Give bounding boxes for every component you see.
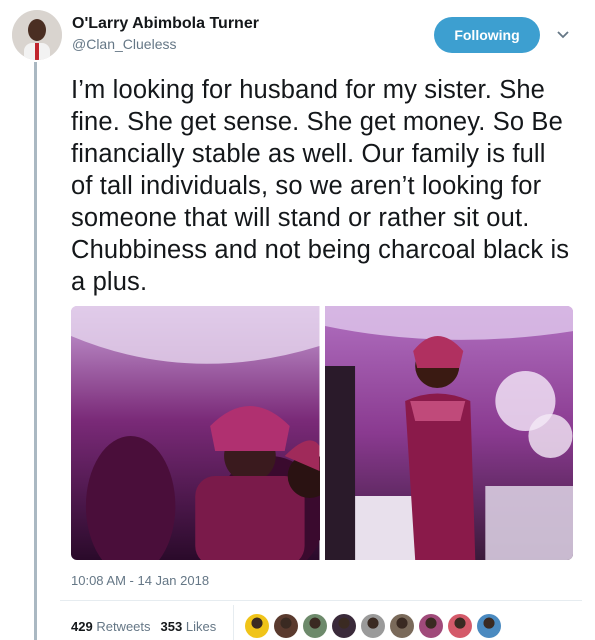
tweet-photos[interactable] xyxy=(71,306,573,560)
liker-avatar[interactable] xyxy=(332,614,356,638)
liker-avatar[interactable] xyxy=(274,614,298,638)
liker-avatar[interactable] xyxy=(303,614,327,638)
author-name[interactable]: O'Larry Abimbola Turner xyxy=(72,14,259,34)
liker-avatar[interactable] xyxy=(361,614,385,638)
liker-avatar[interactable] xyxy=(419,614,443,638)
liker-avatar[interactable] xyxy=(390,614,414,638)
thread-line xyxy=(34,62,37,640)
liker-avatar[interactable] xyxy=(477,614,501,638)
author-block[interactable]: O'Larry Abimbola Turner @Clan_Clueless xyxy=(72,14,259,54)
liker-avatar[interactable] xyxy=(448,614,472,638)
following-button[interactable]: Following xyxy=(434,17,540,53)
tweet-stats: 429 Retweets 353 Likes xyxy=(71,619,216,634)
retweets-count: 429 xyxy=(71,619,93,634)
author-avatar[interactable] xyxy=(12,10,62,60)
tweet-text: I’m looking for husband for my sister. S… xyxy=(71,76,570,296)
retweets-label: Retweets xyxy=(96,619,151,634)
tweet-photo-2[interactable] xyxy=(324,306,573,560)
stats-separator xyxy=(233,605,234,640)
likes-count: 353 xyxy=(160,619,183,634)
likes-stat[interactable]: 353 Likes xyxy=(161,619,217,634)
author-handle[interactable]: @Clan_Clueless xyxy=(72,34,259,54)
retweets-stat[interactable]: 429 Retweets xyxy=(71,619,151,634)
tweet-timestamp[interactable]: 10:08 AM - 14 Jan 2018 xyxy=(71,573,209,588)
likes-label: Likes xyxy=(185,619,217,634)
liker-avatar[interactable] xyxy=(245,614,269,638)
liker-avatars xyxy=(245,614,501,638)
tweet-photo-1[interactable] xyxy=(71,306,320,560)
divider xyxy=(60,600,582,601)
chevron-down-icon[interactable] xyxy=(556,27,570,41)
